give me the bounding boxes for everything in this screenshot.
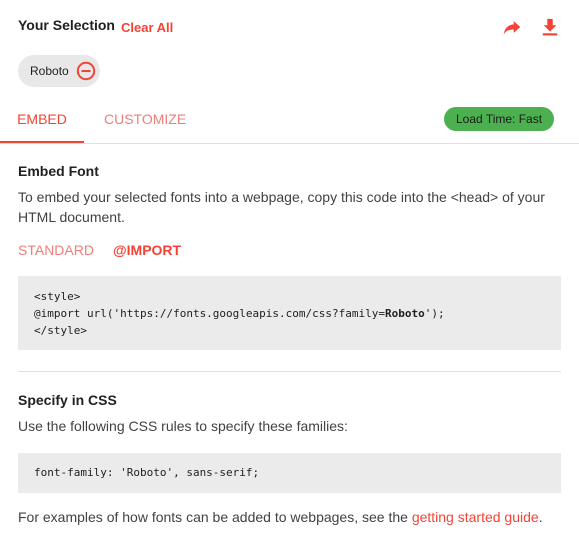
subtab-import[interactable]: @IMPORT [113,242,181,258]
embed-description: To embed your selected fonts into a webp… [18,189,545,225]
specify-css-heading: Specify in CSS [18,392,117,408]
load-time-badge: Load Time: Fast [444,107,555,131]
code-import-prefix: @import url('https://fonts.googleapis.co… [34,307,385,320]
download-icon[interactable] [541,17,559,37]
embed-font-heading: Embed Font [18,163,99,179]
css-description: Use the following CSS rules to specify t… [18,418,348,434]
section-divider [18,371,561,372]
footer-period: . [538,509,543,525]
footer-note: For examples of how fonts can be added t… [18,509,543,525]
code-line-style-open: <style> [34,290,81,303]
footer-text: For examples of how fonts can be added t… [18,509,412,525]
selected-font-chip: Roboto [18,55,100,87]
tab-bar: EMBED CUSTOMIZE Load Time: Fast [0,101,579,144]
tab-customize[interactable]: CUSTOMIZE [104,101,186,143]
getting-started-link[interactable]: getting started guide [412,509,539,525]
clear-all-button[interactable]: Clear All [121,20,173,35]
code-import-family: Roboto [385,307,425,320]
share-icon[interactable] [502,17,522,37]
selection-header: Your Selection Clear All [0,0,579,52]
tab-embed[interactable]: EMBED [0,101,84,143]
css-code-block[interactable]: font-family: 'Roboto', sans-serif; [18,453,561,493]
css-code-line: font-family: 'Roboto', sans-serif; [34,466,260,479]
selection-title: Your Selection [18,17,115,33]
chip-label: Roboto [30,64,69,78]
subtab-standard[interactable]: STANDARD [18,242,94,258]
embed-code-block[interactable]: <style> @import url('https://fonts.googl… [18,276,561,350]
font-selection-panel: Your Selection Clear All Roboto EMBED CU… [0,0,579,545]
code-line-style-close: </style> [34,324,87,337]
remove-circle-icon[interactable] [76,61,96,81]
code-import-suffix: '); [424,307,445,320]
